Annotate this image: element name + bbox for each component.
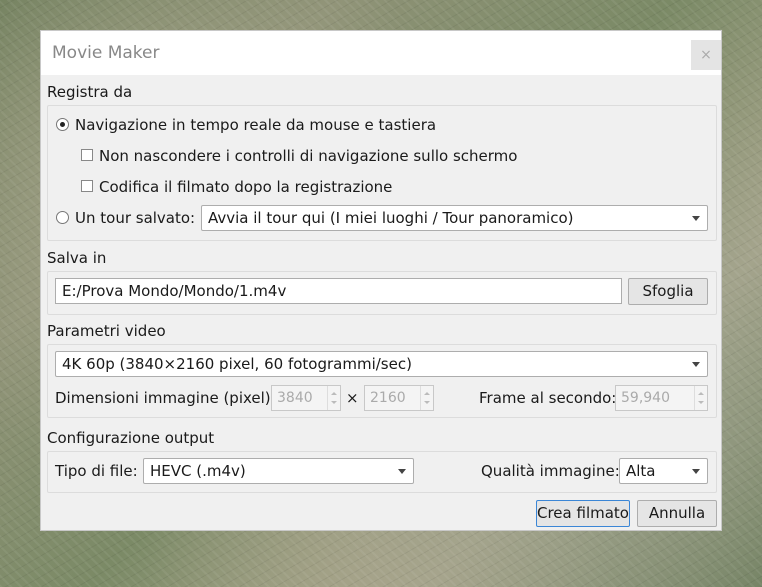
encode-after-label: Codifica il filmato dopo la registrazion… [99, 178, 393, 196]
hide-controls-label: Non nascondere i controlli di navigazion… [99, 147, 518, 165]
file-type-value: HEVC (.m4v) [150, 462, 246, 480]
chevron-down-icon [398, 469, 406, 474]
record-from-heading: Registra da [47, 83, 133, 101]
tour-select-value: Avvia il tour qui (I miei luoghi / Tour … [208, 209, 574, 227]
encode-after-checkbox[interactable] [81, 180, 93, 192]
output-heading: Configurazione output [47, 429, 215, 447]
movie-maker-dialog: Movie Maker × Registra da Navigazione in… [40, 30, 722, 531]
quality-value: Alta [626, 462, 656, 480]
tour-select[interactable]: Avvia il tour qui (I miei luoghi / Tour … [201, 205, 708, 231]
save-path-input[interactable]: E:/Prova Mondo/Mondo/1.m4v [55, 278, 622, 304]
file-type-select[interactable]: HEVC (.m4v) [143, 458, 414, 484]
saved-tour-label: Un tour salvato: [75, 209, 196, 227]
close-button[interactable]: × [691, 40, 721, 70]
chevron-down-icon [692, 362, 700, 367]
chevron-down-icon [692, 216, 700, 221]
width-value: 3840 [277, 390, 313, 406]
save-to-heading: Salva in [47, 249, 107, 267]
dimensions-label: Dimensioni immagine (pixel): [55, 389, 276, 407]
fps-label: Frame al secondo: [479, 389, 617, 407]
quality-select[interactable]: Alta [619, 458, 708, 484]
height-stepper[interactable] [420, 386, 433, 410]
video-preset-value: 4K 60p (3840×2160 pixel, 60 fotogrammi/s… [62, 355, 412, 373]
height-value: 2160 [370, 390, 406, 406]
quality-label: Qualità immagine: [481, 462, 620, 480]
height-spinbox[interactable]: 2160 [364, 385, 434, 411]
realtime-radio[interactable] [56, 118, 69, 131]
saved-tour-radio[interactable] [56, 211, 69, 224]
width-stepper[interactable] [327, 386, 340, 410]
close-icon: × [700, 47, 712, 63]
file-type-label: Tipo di file: [55, 462, 138, 480]
title-bar: Movie Maker × [41, 31, 721, 75]
chevron-down-icon [692, 469, 700, 474]
dialog-title: Movie Maker [52, 43, 160, 63]
video-params-heading: Parametri video [47, 322, 166, 340]
times-sign: × [346, 389, 359, 407]
fps-stepper[interactable] [694, 386, 707, 410]
hide-controls-checkbox[interactable] [81, 149, 93, 161]
fps-value: 59,940 [621, 390, 670, 406]
create-movie-button[interactable]: Crea filmato [536, 500, 630, 527]
realtime-label: Navigazione in tempo reale da mouse e ta… [75, 116, 437, 134]
video-preset-select[interactable]: 4K 60p (3840×2160 pixel, 60 fotogrammi/s… [55, 351, 708, 377]
fps-spinbox[interactable]: 59,940 [615, 385, 708, 411]
cancel-button[interactable]: Annulla [637, 500, 717, 527]
browse-button[interactable]: Sfoglia [628, 278, 708, 305]
width-spinbox[interactable]: 3840 [271, 385, 341, 411]
